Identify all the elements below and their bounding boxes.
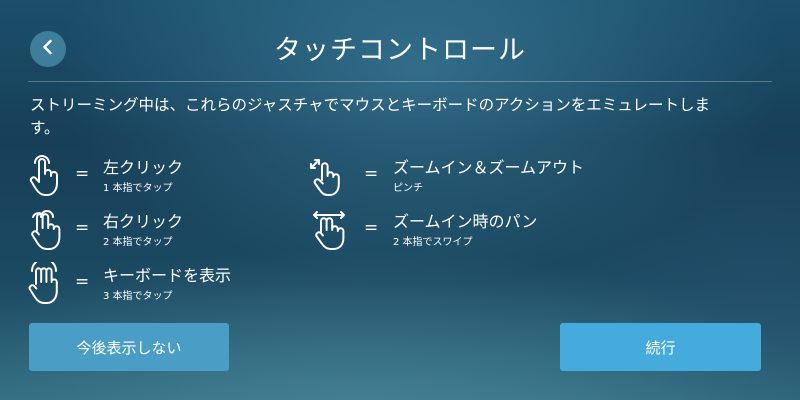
gesture-label: ズームイン時のパン [393,212,538,231]
gesture-sub: ピンチ [393,183,423,194]
gesture-sub: 1 本指でタップ [103,183,173,194]
three-finger-tap-icon [28,258,62,306]
description-text: ストリーミング中は、これらのジャスチャでマウスとキーボードのアクションをエミュレ… [30,96,710,137]
pinch-zoom-icon [307,154,341,198]
page-title: タッチコントロール [274,35,526,66]
continue-button[interactable]: 続行 [560,323,761,371]
gesture-label: 右クリック [103,212,184,231]
gesture-label: ズームイン＆ズームアウト [393,158,585,177]
equals-sign: = [75,164,90,184]
gesture-sub: 3 本指でタップ [103,291,173,302]
equals-sign: = [75,272,90,292]
dont-show-again-button[interactable]: 今後表示しない [29,323,229,371]
gesture-label: キーボードを表示 [103,266,232,285]
two-finger-swipe-icon [312,208,346,252]
gesture-sub: 2 本指でスワイプ [393,237,473,248]
header-divider [28,81,772,82]
gesture-sub: 2 本指でタップ [103,237,173,248]
two-finger-tap-icon [28,208,62,252]
equals-sign: = [364,218,379,238]
gesture-label: 左クリック [103,158,184,177]
equals-sign: = [75,218,90,238]
equals-sign: = [364,164,379,184]
one-finger-tap-icon [28,154,62,198]
